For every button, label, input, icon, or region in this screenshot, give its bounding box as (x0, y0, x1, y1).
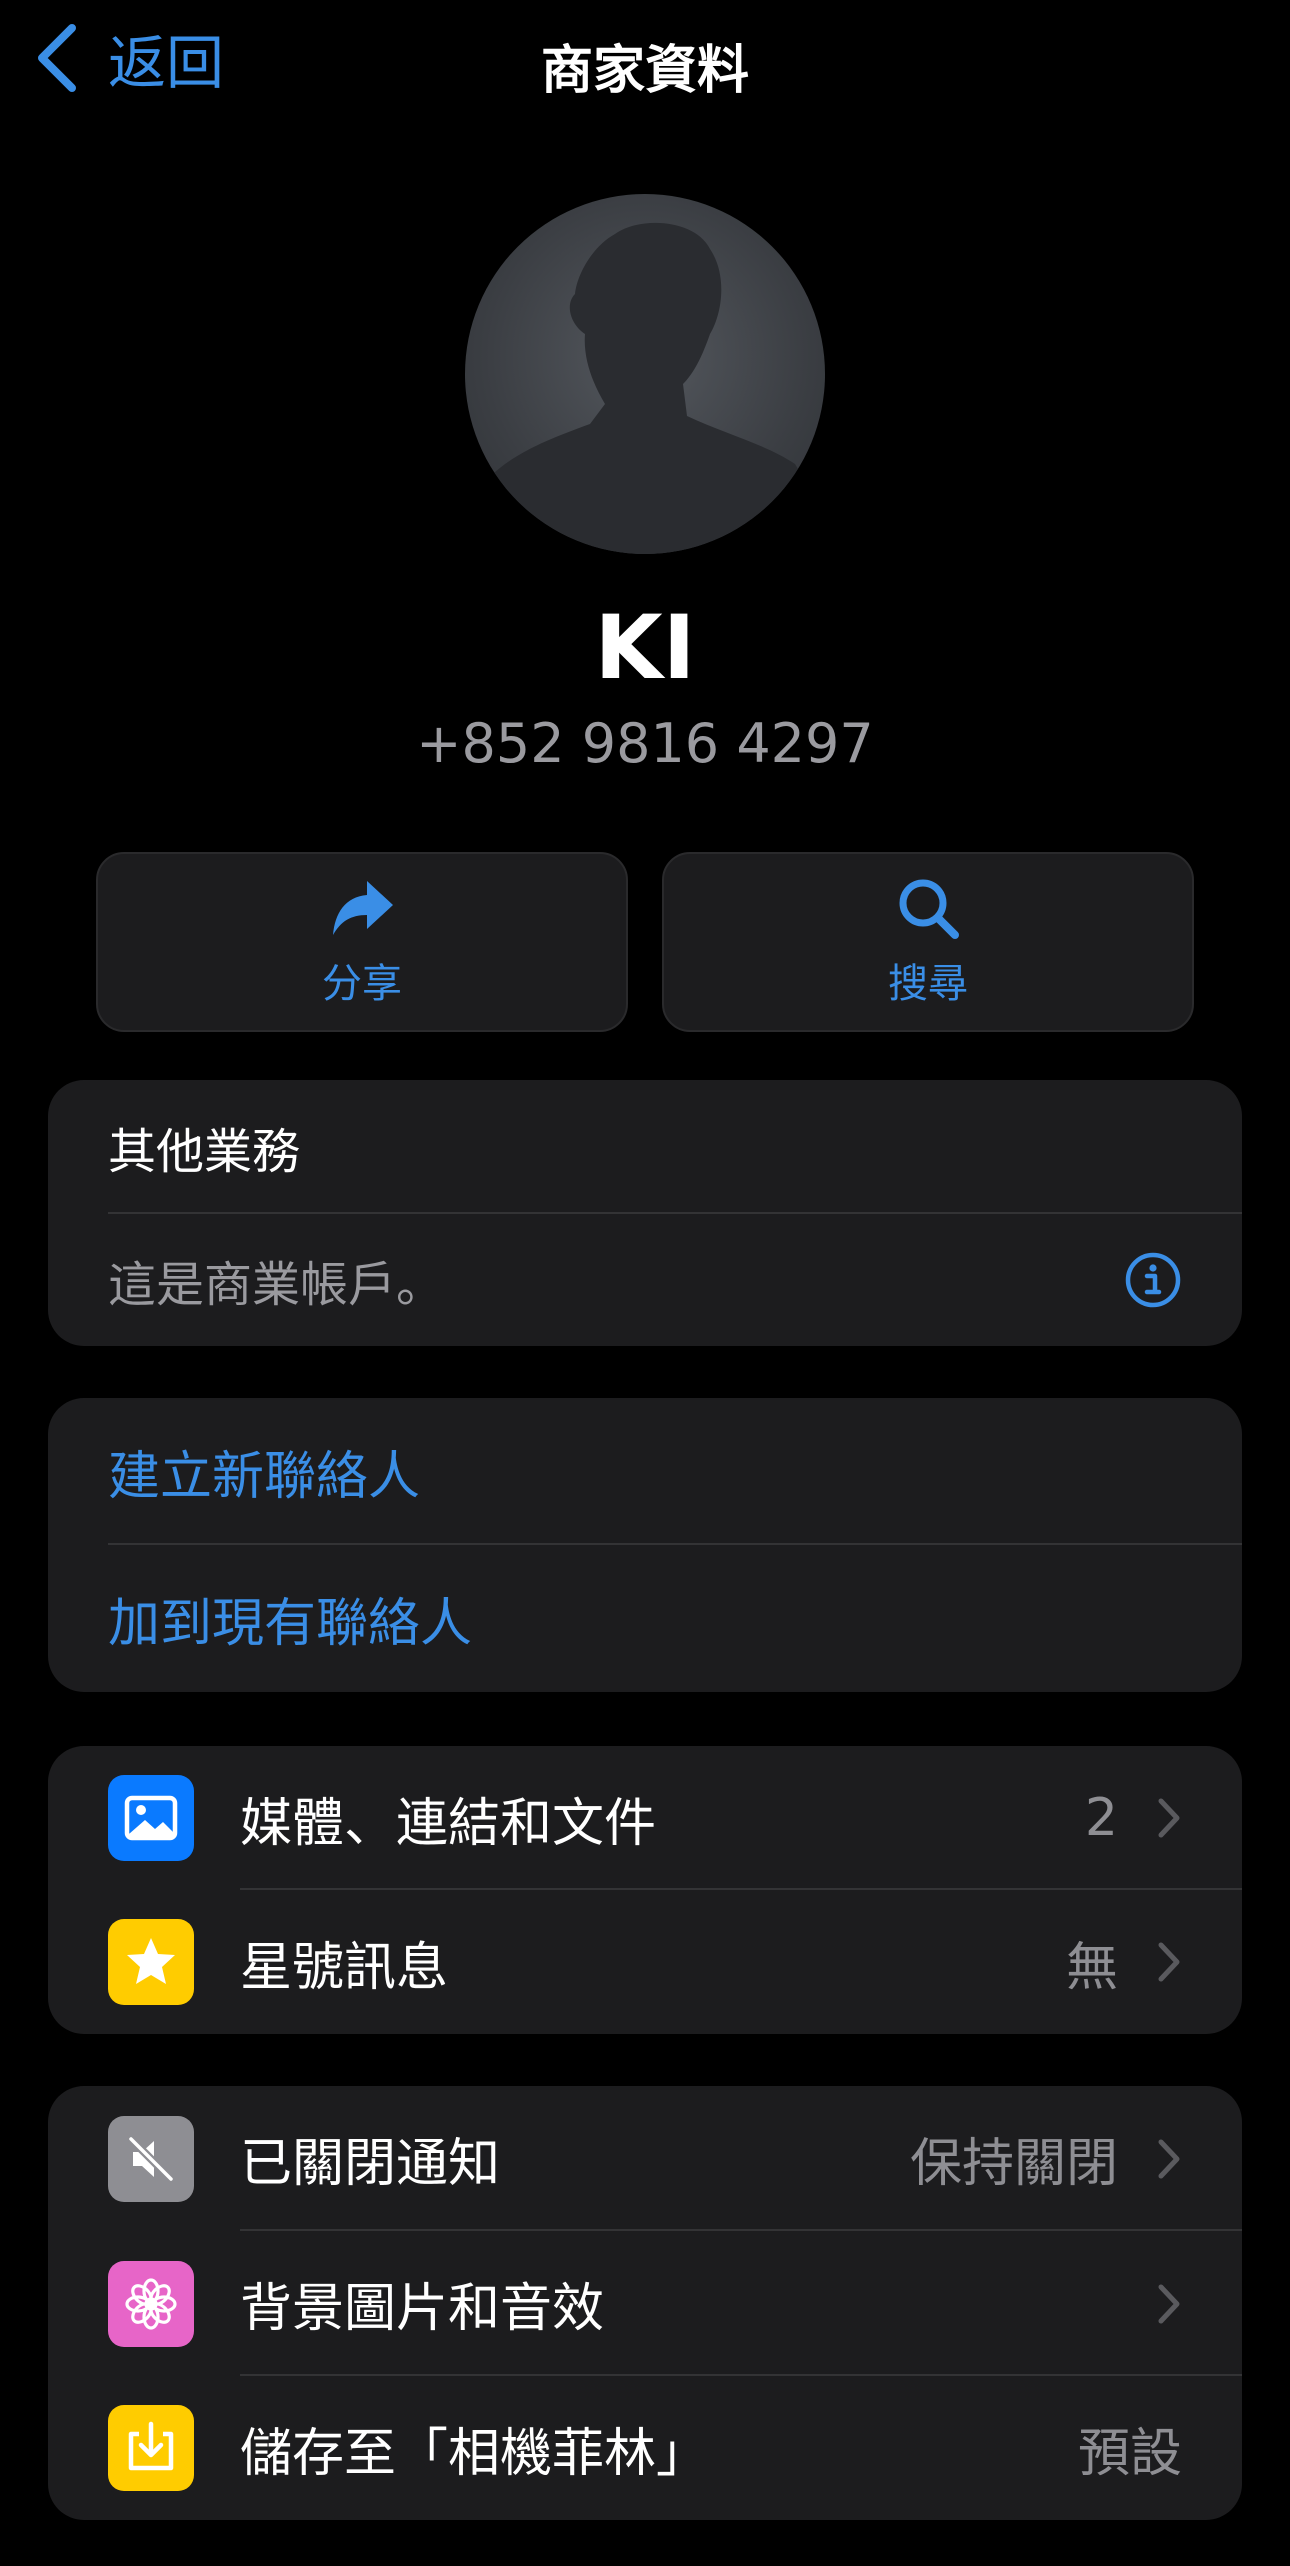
chevron-right-icon (1158, 1798, 1180, 1838)
media-card: 媒體、連結和文件 2 星號訊息 無 (48, 1746, 1242, 2034)
chevron-right-icon (1158, 2284, 1180, 2323)
add-existing-contact-row[interactable]: 加到現有聯絡人 (48, 1545, 1242, 1692)
business-category-row: 其他業務 (48, 1080, 1242, 1214)
contact-name: KI (594, 596, 696, 699)
info-icon[interactable] (1124, 1251, 1182, 1309)
starred-messages-row[interactable]: 星號訊息 無 (48, 1890, 1242, 2034)
save-download-icon (108, 2405, 194, 2491)
starred-messages-label: 星號訊息 (240, 1937, 449, 1998)
chevron-right-icon (1158, 2139, 1180, 2178)
mute-notifications-row[interactable]: 已關閉通知 保持關閉 (48, 2086, 1242, 2231)
media-links-docs-label: 媒體、連結和文件 (240, 1793, 657, 1854)
starred-messages-value: 無 (1065, 1937, 1118, 1998)
share-button[interactable]: 分享 (96, 852, 628, 1032)
avatar[interactable] (465, 194, 825, 554)
mute-notifications-label: 已關閉通知 (240, 2134, 501, 2194)
create-new-contact-label: 建立新聯絡人 (108, 1447, 421, 1507)
page-title: 商家資料 (540, 41, 749, 101)
save-to-camera-roll-row[interactable]: 儲存至「相機菲林」 預設 (48, 2376, 1242, 2520)
media-links-docs-row[interactable]: 媒體、連結和文件 2 (48, 1746, 1242, 1890)
business-category: 其他業務 (108, 1124, 301, 1180)
flower-icon (108, 2260, 194, 2347)
business-account-note: 這是商業帳戶。 (108, 1257, 445, 1313)
business-account-row[interactable]: 這是商業帳戶。 (48, 1214, 1242, 1346)
add-existing-contact-label: 加到現有聯絡人 (108, 1594, 473, 1654)
wallpaper-sound-label: 背景圖片和音效 (240, 2279, 605, 2339)
navigation-bar: 返回 商家資料 (0, 0, 1290, 120)
speaker-muted-icon (108, 2115, 194, 2202)
share-arrow-icon (333, 881, 393, 935)
search-icon (899, 879, 959, 939)
profile-photo (465, 222, 825, 554)
settings-card: 已關閉通知 保持關閉 背景圖片和音效 儲存至「相機菲林」 預設 (48, 2086, 1242, 2520)
save-to-camera-roll-label: 儲存至「相機菲林」 (240, 2423, 709, 2484)
contacts-card: 建立新聯絡人 加到現有聯絡人 (48, 1398, 1242, 1692)
business-info-card: 其他業務 這是商業帳戶。 (48, 1080, 1242, 1346)
save-to-camera-roll-value: 預設 (1077, 2423, 1182, 2484)
star-icon (108, 1919, 194, 2005)
chevron-right-icon (1158, 1942, 1180, 1982)
media-count: 2 (1084, 1788, 1118, 1848)
mute-notifications-value: 保持關閉 (909, 2134, 1118, 2194)
photo-icon (108, 1775, 194, 1861)
search-label: 搜尋 (888, 961, 968, 1007)
phone-number: +852 9816 4297 (416, 712, 874, 775)
share-label: 分享 (322, 961, 402, 1007)
create-new-contact-row[interactable]: 建立新聯絡人 (48, 1398, 1242, 1545)
search-button[interactable]: 搜尋 (662, 852, 1194, 1032)
wallpaper-sound-row[interactable]: 背景圖片和音效 (48, 2231, 1242, 2376)
